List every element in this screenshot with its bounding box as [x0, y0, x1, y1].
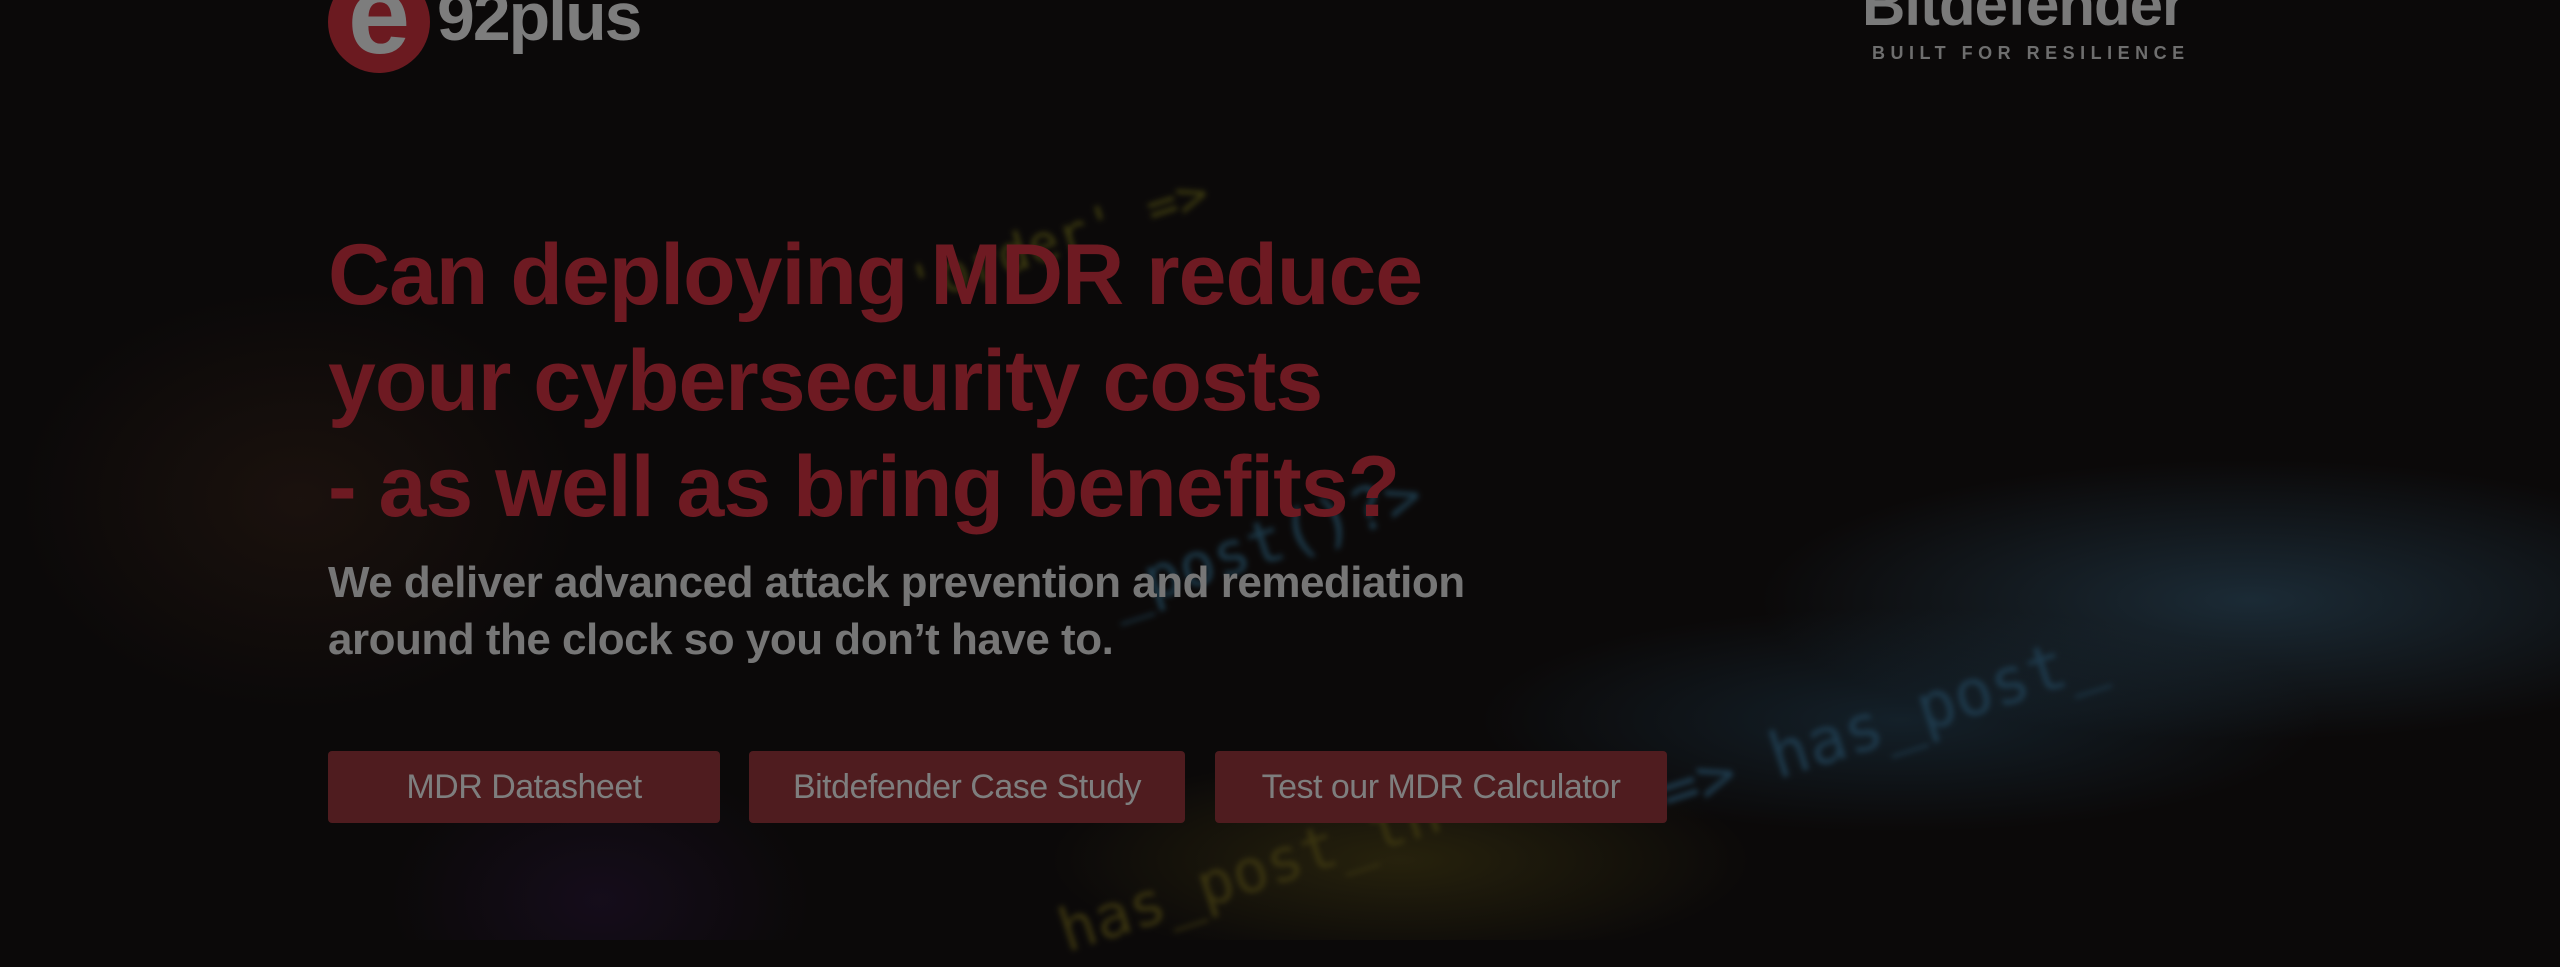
subheadline-line: We deliver advanced attack prevention an…: [328, 558, 1465, 607]
headline-line: - as well as bring benefits?: [328, 439, 1400, 535]
subheadline-line: around the clock so you don’t have to.: [328, 615, 1114, 664]
bitdefender-tagline: BUILT FOR RESILIENCE: [1872, 43, 2190, 63]
headline-line: your cybersecurity costs: [328, 333, 1323, 429]
hero-headline: Can deploying MDR reduce your cybersecur…: [328, 222, 1423, 540]
bitdefender-logo[interactable]: Bitdefender: [1862, 0, 2185, 39]
bitdefender-case-study-button[interactable]: Bitdefender Case Study: [749, 751, 1185, 823]
mdr-datasheet-button[interactable]: MDR Datasheet: [328, 751, 720, 823]
hero-subheadline: We deliver advanced attack prevention an…: [328, 554, 1465, 668]
logo-letter: e: [347, 0, 411, 77]
mdr-calculator-button[interactable]: Test our MDR Calculator: [1215, 751, 1667, 823]
e92plus-logo-text[interactable]: 92plus: [437, 0, 642, 56]
background-code-image: => has_post_: [1650, 617, 2113, 831]
headline-line: Can deploying MDR reduce: [328, 227, 1423, 323]
